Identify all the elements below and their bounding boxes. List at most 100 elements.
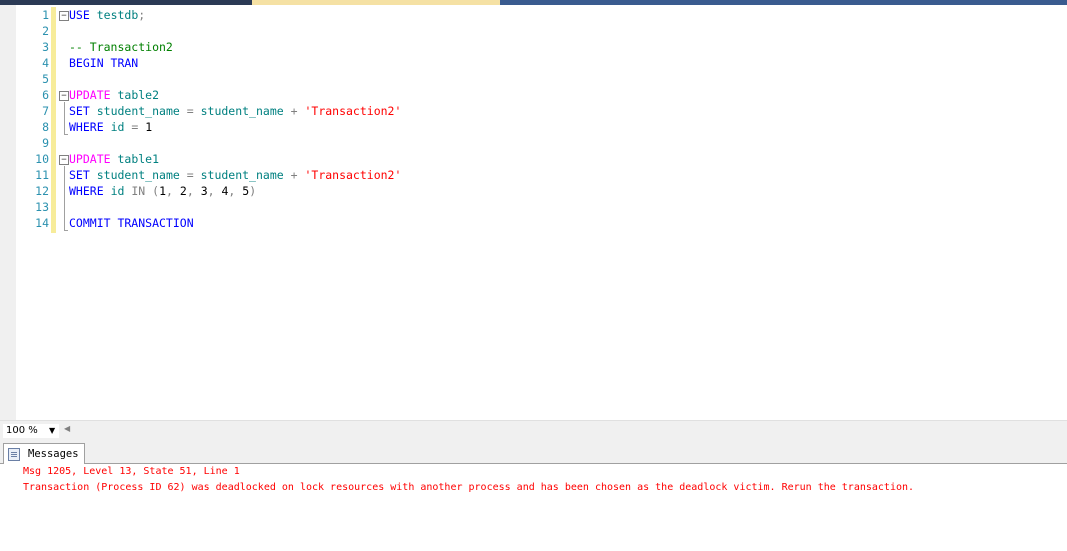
results-tab-strip: Messages xyxy=(0,439,1067,464)
messages-pane[interactable]: Msg 1205, Level 13, State 51, Line 1 Tra… xyxy=(0,464,1067,551)
code-token: UPDATE xyxy=(69,88,111,102)
code-token: , xyxy=(207,184,215,198)
outline-line-end xyxy=(64,134,68,135)
line-number: 8 xyxy=(42,120,49,134)
code-token: COMMIT TRANSACTION xyxy=(69,216,194,230)
code-token: student_name xyxy=(200,168,284,182)
code-token: WHERE xyxy=(69,120,104,134)
code-line[interactable]: 2 xyxy=(0,23,1067,39)
code-token: student_name xyxy=(96,168,180,182)
code-text[interactable]: UPDATE table1 xyxy=(69,151,159,167)
line-number: 2 xyxy=(42,24,49,38)
code-line[interactable]: 6 UPDATE table2 xyxy=(0,87,1067,103)
code-line[interactable]: 5 xyxy=(0,71,1067,87)
code-token: + xyxy=(283,104,305,118)
code-token: = xyxy=(179,168,201,182)
code-token: SET xyxy=(69,104,90,118)
code-token: IN xyxy=(131,184,146,198)
code-token: -- Transaction2 xyxy=(69,40,173,54)
code-token: WHERE xyxy=(69,184,104,198)
line-number: 1 xyxy=(42,8,49,22)
line-number: 10 xyxy=(35,152,49,166)
code-token: 3 xyxy=(193,184,208,198)
code-token: , xyxy=(166,184,173,198)
line-number: 11 xyxy=(35,168,49,182)
code-line[interactable]: 3 -- Transaction2 xyxy=(0,39,1067,55)
line-number: 7 xyxy=(42,104,49,118)
code-token: table2 xyxy=(117,88,160,102)
code-token: ; xyxy=(138,8,146,22)
code-line[interactable]: 8 WHERE id = 1 xyxy=(0,119,1067,135)
code-text[interactable]: WHERE id = 1 xyxy=(69,119,152,135)
code-token: 1 xyxy=(159,184,167,198)
outline-line xyxy=(64,166,65,230)
line-number: 13 xyxy=(35,200,49,214)
code-token: = xyxy=(124,120,146,134)
query-editor[interactable]: 1 USE testdb; 2 3 -- Transaction2 4 BEGIN TRAN… xyxy=(0,5,1067,420)
code-line[interactable]: 4 BEGIN TRAN xyxy=(0,55,1067,71)
code-line[interactable]: 10 UPDATE table1 xyxy=(0,151,1067,167)
code-line[interactable]: 13 xyxy=(0,199,1067,215)
code-line[interactable]: 1 USE testdb; xyxy=(0,7,1067,23)
code-text[interactable]: COMMIT TRANSACTION xyxy=(69,215,194,231)
code-text[interactable]: USE testdb; xyxy=(69,7,145,23)
code-token: 4 xyxy=(214,184,229,198)
code-text[interactable]: WHERE id IN (1, 2, 3, 4, 5) xyxy=(69,183,256,199)
code-line[interactable]: 11 SET student_name = student_name + 'Tra… xyxy=(0,167,1067,183)
code-token: 'Transaction2' xyxy=(304,168,402,182)
code-text[interactable]: UPDATE table2 xyxy=(69,87,159,103)
code-token: USE xyxy=(69,8,90,22)
code-token: table1 xyxy=(117,152,160,166)
code-token: BEGIN TRAN xyxy=(69,56,139,70)
code-token: , xyxy=(186,184,194,198)
code-token: 'Transaction2' xyxy=(304,104,402,118)
code-token: id xyxy=(110,120,125,134)
code-text[interactable]: SET student_name = student_name + 'Trans… xyxy=(69,167,401,183)
line-number: 9 xyxy=(42,136,49,150)
code-text[interactable]: BEGIN TRAN xyxy=(69,55,138,71)
tab-messages-label: Messages xyxy=(28,448,79,460)
code-token: student_name xyxy=(96,104,180,118)
outline-line xyxy=(64,102,65,134)
code-line[interactable]: 14 COMMIT TRANSACTION xyxy=(0,215,1067,231)
outline-line-end xyxy=(64,230,68,231)
code-token: testdb xyxy=(96,8,139,22)
code-token: = xyxy=(179,104,201,118)
code-line[interactable]: 7 SET student_name = student_name + 'Tran… xyxy=(0,103,1067,119)
code-token: 2 xyxy=(172,184,187,198)
chevron-down-icon[interactable]: ▼ xyxy=(49,424,55,438)
code-token: id xyxy=(110,184,125,198)
code-text[interactable]: -- Transaction2 xyxy=(69,39,173,55)
line-number: 14 xyxy=(35,216,49,230)
code-token: student_name xyxy=(200,104,284,118)
collapse-icon[interactable]: − xyxy=(59,11,69,21)
code-token: 5 xyxy=(235,184,250,198)
error-message-text: Transaction (Process ID 62) was deadlock… xyxy=(23,482,915,493)
code-token: ) xyxy=(249,184,257,198)
scroll-left-icon[interactable]: ◀ xyxy=(64,424,70,433)
line-number: 6 xyxy=(42,88,49,102)
messages-icon xyxy=(8,448,20,461)
line-number: 3 xyxy=(42,40,49,54)
code-line[interactable]: 12 WHERE id IN (1, 2, 3, 4, 5) xyxy=(0,183,1067,199)
zoom-bar: 100 % ▼ ◀ xyxy=(0,420,1067,439)
line-number: 12 xyxy=(35,184,49,198)
code-token: 1 xyxy=(145,120,153,134)
code-token: + xyxy=(283,168,305,182)
zoom-dropdown[interactable]: 100 % ▼ xyxy=(2,423,60,439)
zoom-value: 100 % xyxy=(6,425,38,436)
code-text[interactable]: SET student_name = student_name + 'Trans… xyxy=(69,103,401,119)
error-message-header: Msg 1205, Level 13, State 51, Line 1 xyxy=(23,466,240,477)
collapse-icon[interactable]: − xyxy=(59,91,69,101)
tab-messages[interactable]: Messages xyxy=(3,443,85,464)
code-token: SET xyxy=(69,168,90,182)
line-number: 5 xyxy=(42,72,49,86)
code-token: UPDATE xyxy=(69,152,111,166)
collapse-icon[interactable]: − xyxy=(59,155,69,165)
code-line[interactable]: 9 xyxy=(0,135,1067,151)
